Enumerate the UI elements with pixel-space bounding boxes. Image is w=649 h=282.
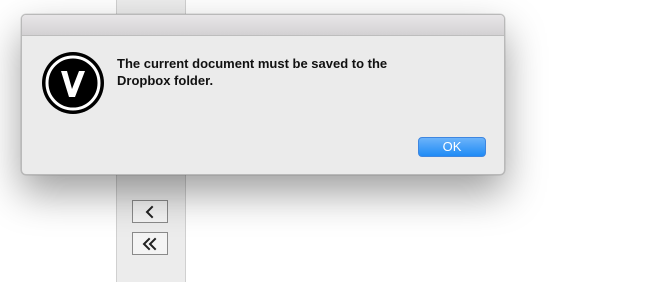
alert-dialog: The current document must be saved to th… xyxy=(21,14,505,175)
vectorworks-logo-icon xyxy=(42,52,104,114)
alert-message: The current document must be saved to th… xyxy=(117,56,388,88)
double-chevron-left-icon xyxy=(142,237,157,250)
previous-button[interactable] xyxy=(132,200,168,223)
dialog-titlebar xyxy=(22,15,504,36)
first-button[interactable] xyxy=(132,232,168,255)
chevron-left-icon xyxy=(145,205,154,218)
screen: The current document must be saved to th… xyxy=(0,0,649,282)
ok-button[interactable]: OK xyxy=(418,137,486,157)
